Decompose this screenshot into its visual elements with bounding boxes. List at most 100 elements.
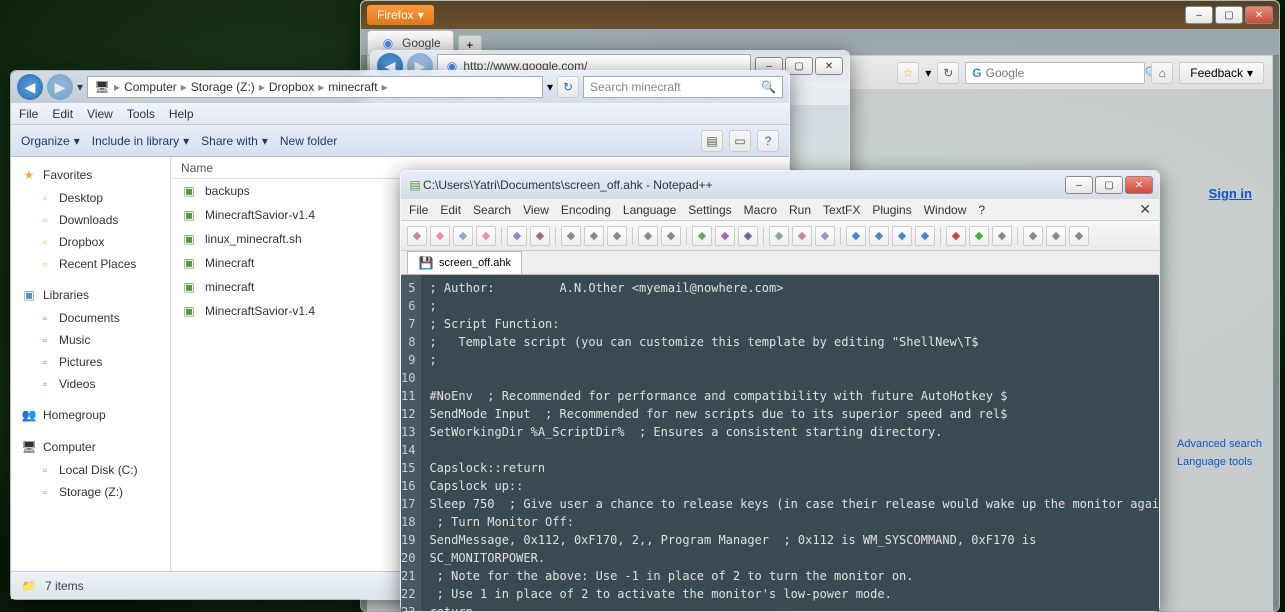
sidebar-libraries[interactable]: ▣Libraries	[11, 283, 170, 307]
breadcrumb-segment[interactable]: Dropbox	[269, 80, 314, 94]
toolbar-button[interactable]: ◆	[846, 226, 866, 246]
sidebar-item[interactable]: ▫Music	[11, 329, 170, 351]
menu-item[interactable]: Language	[623, 203, 676, 217]
refresh-button[interactable]: ↻	[557, 76, 579, 98]
breadcrumb-segment[interactable]: minecraft	[328, 80, 377, 94]
minimize-button[interactable]: –	[1185, 6, 1213, 24]
breadcrumb-segment[interactable]: Computer	[124, 80, 177, 94]
toolbar-button[interactable]: ◆	[915, 226, 935, 246]
toolbar-button[interactable]: ◆	[1046, 226, 1066, 246]
feedback-button[interactable]: Feedback ▾	[1179, 62, 1264, 84]
search-input[interactable]	[986, 66, 1141, 80]
toolbar-button[interactable]: ◆	[792, 226, 812, 246]
close-button[interactable]: ✕	[815, 57, 843, 75]
close-doc-button[interactable]: ✕	[1139, 201, 1151, 218]
toolbar-button[interactable]: ◆	[638, 226, 658, 246]
sidebar-item[interactable]: ▫Local Disk (C:)	[11, 459, 170, 481]
sidebar-item[interactable]: ▫Documents	[11, 307, 170, 329]
maximize-button[interactable]: ▢	[1095, 176, 1123, 194]
toolbar-button[interactable]: ◆	[1069, 226, 1089, 246]
menu-item[interactable]: Edit	[440, 203, 461, 217]
firefox-app-button[interactable]: Firefox ▾	[367, 5, 434, 25]
toolbar-button[interactable]: ◆	[607, 226, 627, 246]
preview-pane-button[interactable]: ▭	[729, 130, 751, 152]
toolbar-button[interactable]: ◆	[715, 226, 735, 246]
sidebar-computer[interactable]: 🖥Computer	[11, 435, 170, 459]
close-button[interactable]: ✕	[1125, 176, 1153, 194]
sidebar-item[interactable]: ▫Pictures	[11, 351, 170, 373]
view-mode-button[interactable]: ▤	[701, 130, 723, 152]
menu-item[interactable]: Tools	[127, 107, 155, 121]
toolbar-button[interactable]: ◆	[869, 226, 889, 246]
sidebar-item[interactable]: ▫Downloads	[11, 209, 170, 231]
organize-button[interactable]: Organize ▾	[21, 134, 80, 148]
notepadpp-titlebar[interactable]: ▤ C:\Users\Yatri\Documents\screen_off.ah…	[401, 171, 1159, 199]
chevron-down-icon[interactable]: ▾	[547, 80, 553, 94]
reload-button[interactable]: ↻	[937, 62, 959, 84]
chevron-down-icon[interactable]: ▾	[77, 80, 83, 94]
bookmark-star-icon[interactable]: ☆	[897, 62, 919, 84]
sidebar-item[interactable]: ▫Videos	[11, 373, 170, 395]
toolbar-button[interactable]: ◆	[892, 226, 912, 246]
menu-item[interactable]: Help	[169, 107, 194, 121]
toolbar-button[interactable]: ◆	[692, 226, 712, 246]
toolbar-button[interactable]: ◆	[815, 226, 835, 246]
toolbar-button[interactable]: ◆	[407, 226, 427, 246]
menu-item[interactable]: Search	[473, 203, 511, 217]
toolbar-button[interactable]: ◆	[476, 226, 496, 246]
sidebar-homegroup[interactable]: 👥Homegroup	[11, 403, 170, 427]
include-library-button[interactable]: Include in library ▾	[92, 134, 189, 148]
toolbar-button[interactable]: ◆	[530, 226, 550, 246]
sidebar-item[interactable]: ▫Desktop	[11, 187, 170, 209]
menu-item[interactable]: View	[523, 203, 549, 217]
search-box[interactable]: G 🔍	[965, 62, 1145, 84]
new-folder-button[interactable]: New folder	[280, 134, 337, 148]
dropdown-icon[interactable]: ▾	[925, 66, 931, 80]
breadcrumb-segment[interactable]: Storage (Z:)	[191, 80, 255, 94]
toolbar-button[interactable]: ◆	[769, 226, 789, 246]
toolbar-button[interactable]: ◆	[946, 226, 966, 246]
minimize-button[interactable]: –	[1065, 176, 1093, 194]
menu-item[interactable]: TextFX	[823, 203, 860, 217]
editor-area[interactable]: 5 6 7 8 9 10 11 12 13 14 15 16 17 18 19 …	[401, 275, 1159, 611]
sidebar-item[interactable]: ▫Recent Places	[11, 253, 170, 275]
share-with-button[interactable]: Share with ▾	[201, 134, 268, 148]
toolbar-button[interactable]: ◆	[661, 226, 681, 246]
menu-item[interactable]: Run	[789, 203, 811, 217]
forward-button[interactable]: ▶	[47, 74, 73, 100]
toolbar-button[interactable]: ◆	[453, 226, 473, 246]
back-button[interactable]: ◀	[17, 74, 43, 100]
sidebar-item[interactable]: ▫Storage (Z:)	[11, 481, 170, 503]
toolbar-button[interactable]: ◆	[584, 226, 604, 246]
toolbar-button[interactable]: ◆	[992, 226, 1012, 246]
menu-item[interactable]: View	[87, 107, 113, 121]
menu-item[interactable]: File	[19, 107, 38, 121]
home-button[interactable]: ⌂	[1151, 62, 1173, 84]
menu-item[interactable]: Edit	[52, 107, 73, 121]
toolbar-button[interactable]: ◆	[738, 226, 758, 246]
menu-item[interactable]: Window	[924, 203, 967, 217]
sidebar-favorites[interactable]: ★Favorites	[11, 163, 170, 187]
advanced-search-link[interactable]: Advanced search	[1177, 436, 1262, 454]
language-tools-link[interactable]: Language tools	[1177, 454, 1262, 472]
notepadpp-tabstrip[interactable]: 💾screen_off.ahk	[401, 251, 1159, 275]
menu-item[interactable]: Plugins	[872, 203, 911, 217]
menu-item[interactable]: File	[409, 203, 428, 217]
toolbar-button[interactable]: ◆	[507, 226, 527, 246]
menu-item[interactable]: Macro	[744, 203, 777, 217]
help-button[interactable]: ?	[757, 130, 779, 152]
notepadpp-window[interactable]: ▤ C:\Users\Yatri\Documents\screen_off.ah…	[400, 170, 1160, 612]
sidebar-item[interactable]: ▫Dropbox	[11, 231, 170, 253]
search-box[interactable]: Search minecraft🔍	[583, 76, 783, 98]
signin-link[interactable]: Sign in	[1209, 186, 1252, 201]
firefox-titlebar[interactable]: Firefox ▾ – ▢ ✕	[361, 1, 1279, 29]
close-button[interactable]: ✕	[1245, 6, 1273, 24]
toolbar-button[interactable]: ◆	[969, 226, 989, 246]
breadcrumb[interactable]: 🖥 ▸Computer▸Storage (Z:)▸Dropbox▸minecra…	[87, 76, 543, 98]
code-content[interactable]: ; Author: A.N.Other <myemail@nowhere.com…	[421, 275, 1159, 611]
menu-item[interactable]: Settings	[688, 203, 731, 217]
toolbar-button[interactable]: ◆	[430, 226, 450, 246]
editor-tab[interactable]: 💾screen_off.ahk	[407, 251, 522, 274]
menu-item[interactable]: Encoding	[561, 203, 611, 217]
toolbar-button[interactable]: ◆	[1023, 226, 1043, 246]
